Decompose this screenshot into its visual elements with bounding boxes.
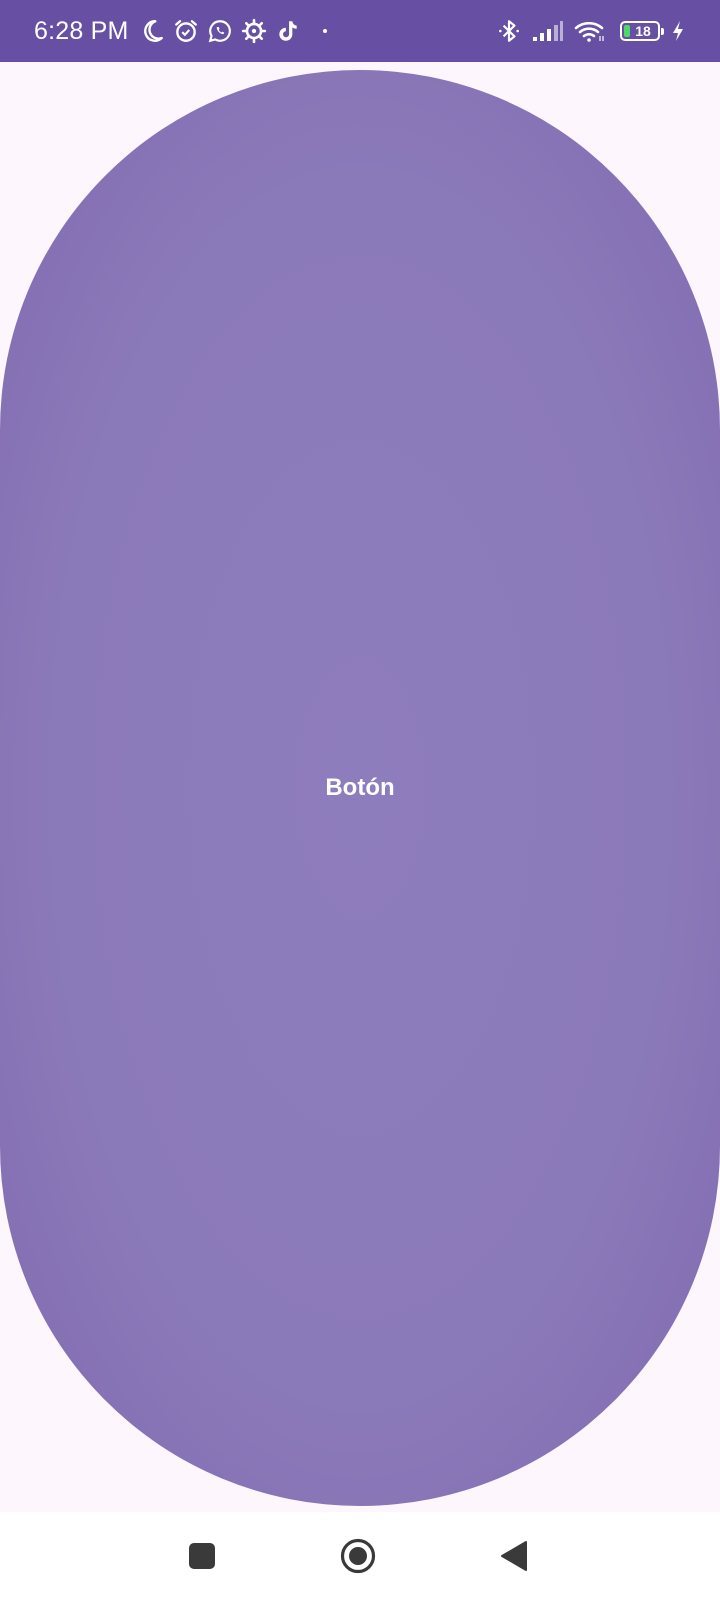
moon-icon — [139, 18, 165, 44]
status-left: 6:28 PM — [34, 0, 327, 62]
status-right: 18 — [496, 0, 686, 62]
main-content: Botón — [0, 62, 720, 1512]
battery-icon: 18 — [620, 21, 664, 41]
back-button[interactable] — [492, 1534, 536, 1578]
back-icon — [501, 1541, 527, 1571]
tiktok-icon — [275, 18, 301, 44]
navigation-bar — [0, 1512, 720, 1600]
signal-icon — [532, 18, 564, 44]
recents-icon — [189, 1543, 215, 1569]
status-time: 6:28 PM — [34, 16, 129, 45]
main-button[interactable]: Botón — [0, 70, 720, 1506]
settings-gear-icon — [241, 18, 267, 44]
notification-dot — [322, 29, 327, 33]
home-button[interactable] — [336, 1534, 380, 1578]
recents-button[interactable] — [180, 1534, 224, 1578]
bluetooth-icon — [496, 18, 522, 44]
wifi-icon — [574, 18, 606, 44]
home-icon — [340, 1538, 376, 1574]
charging-icon — [670, 18, 686, 44]
alarm-icon — [173, 18, 199, 44]
main-button-label: Botón — [325, 774, 395, 801]
battery-level: 18 — [635, 23, 651, 39]
status-bar: 6:28 PM 18 — [0, 0, 720, 62]
whatsapp-icon — [207, 18, 233, 44]
